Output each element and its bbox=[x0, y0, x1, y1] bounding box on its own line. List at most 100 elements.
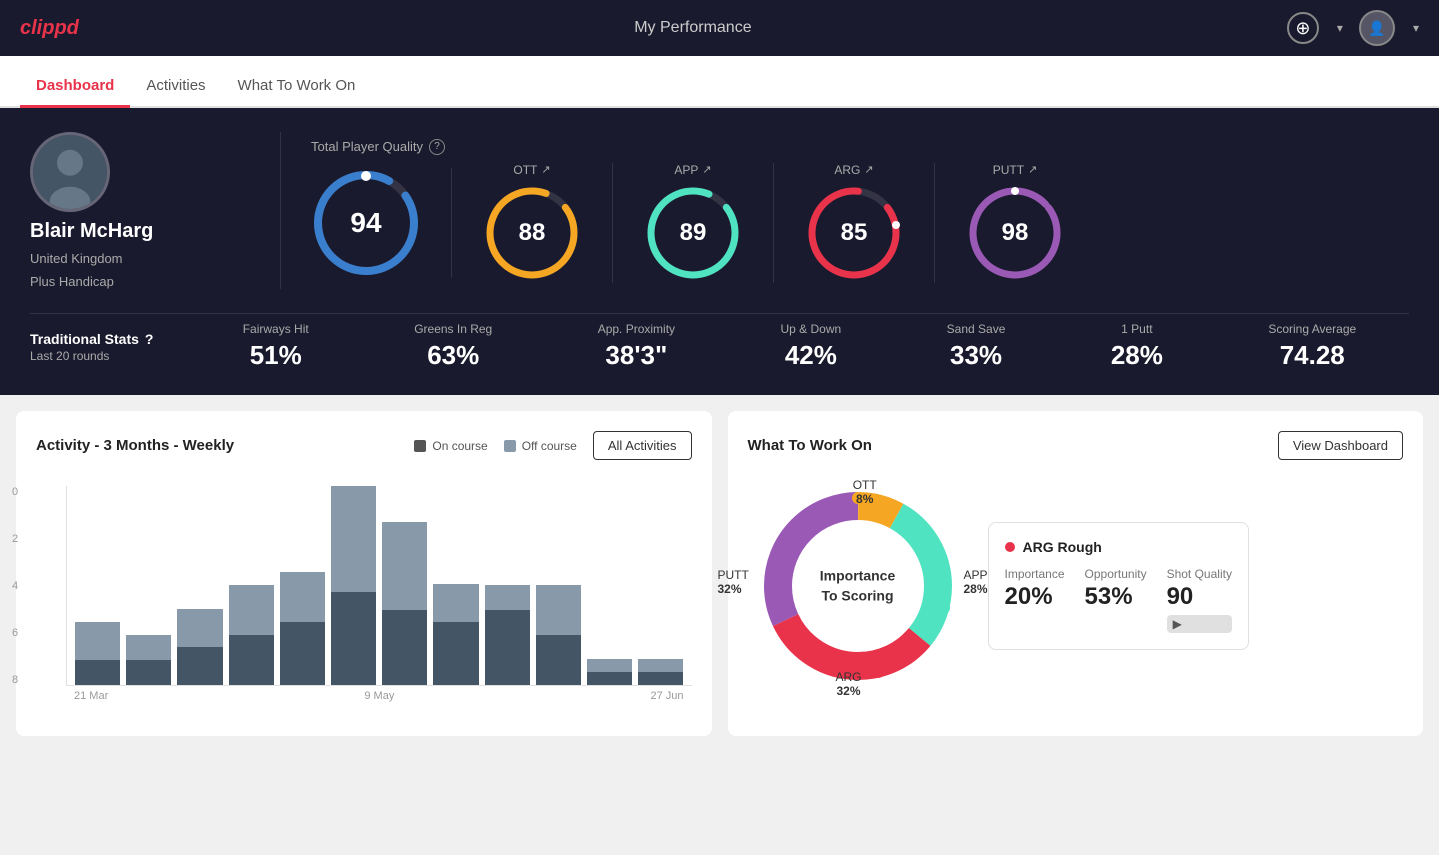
on-course-bar-10 bbox=[587, 672, 632, 685]
work-on-title: What To Work On bbox=[748, 437, 872, 454]
y-label-8: 8 bbox=[12, 674, 18, 686]
arg-donut-label: ARG 32% bbox=[836, 670, 862, 698]
off-course-bar-10 bbox=[587, 659, 632, 672]
updown-value: 42% bbox=[785, 340, 837, 371]
gir-label: Greens In Reg bbox=[414, 322, 492, 336]
ott-label: OTT ↗ bbox=[513, 163, 550, 177]
bar-group-11 bbox=[638, 486, 683, 685]
trad-stat-fairways: Fairways Hit 51% bbox=[243, 322, 309, 371]
app-label-text: APP bbox=[674, 163, 698, 177]
legend-off-course: Off course bbox=[504, 439, 577, 453]
trad-stat-updown: Up & Down 42% bbox=[781, 322, 842, 371]
ott-value: 88 bbox=[519, 219, 546, 247]
on-course-bar-2 bbox=[177, 647, 222, 685]
bar-group-4 bbox=[280, 486, 325, 685]
avatar-chevron: ▾ bbox=[1413, 21, 1419, 35]
scoring-value: 74.28 bbox=[1280, 340, 1345, 371]
opportunity-value: 53% bbox=[1085, 583, 1147, 611]
total-gauge-value: 94 bbox=[350, 207, 381, 239]
traditional-stats-label: Traditional Stats ? Last 20 rounds bbox=[30, 331, 190, 363]
logo[interactable]: clippd bbox=[20, 17, 79, 40]
quality-help-icon[interactable]: ? bbox=[429, 139, 445, 155]
app-label: APP ↗ bbox=[674, 163, 711, 177]
player-country: United Kingdom bbox=[30, 251, 123, 266]
putt-label-text: PUTT bbox=[993, 163, 1024, 177]
gauge-ott: OTT ↗ 88 bbox=[452, 163, 613, 283]
plus-icon: ⊕ bbox=[1295, 18, 1310, 39]
x-label-may: 9 May bbox=[364, 690, 394, 702]
traditional-stats-items: Fairways Hit 51% Greens In Reg 63% App. … bbox=[190, 322, 1409, 371]
bar-group-1 bbox=[126, 486, 171, 685]
proximity-value: 38'3" bbox=[605, 340, 667, 371]
opportunity-label: Opportunity bbox=[1085, 567, 1147, 581]
stats-top: Blair McHarg United Kingdom Plus Handica… bbox=[30, 132, 1409, 289]
y-label-6: 6 bbox=[12, 627, 18, 639]
importance-value: 20% bbox=[1005, 583, 1065, 611]
bar-group-10 bbox=[587, 486, 632, 685]
app-arrow: ↗ bbox=[702, 163, 711, 176]
off-course-bar-3 bbox=[229, 585, 274, 635]
on-course-bar-6 bbox=[382, 610, 427, 685]
activity-title: Activity - 3 Months - Weekly bbox=[36, 437, 234, 454]
all-activities-button[interactable]: All Activities bbox=[593, 431, 692, 460]
trad-title-text: Traditional Stats bbox=[30, 331, 139, 347]
off-course-bar-6 bbox=[382, 522, 427, 610]
off-course-bar-2 bbox=[177, 609, 222, 647]
trad-stats-title: Traditional Stats ? bbox=[30, 331, 190, 347]
arg-gauge: 85 bbox=[804, 183, 904, 283]
ott-label-pct: 8% bbox=[853, 492, 877, 506]
putt-label-pct: 32% bbox=[718, 582, 749, 596]
ott-label-text: OTT bbox=[513, 163, 537, 177]
player-info: Blair McHarg United Kingdom Plus Handica… bbox=[30, 132, 250, 289]
y-label-2: 2 bbox=[12, 533, 18, 545]
quality-label: Total Player Quality ? bbox=[311, 139, 1409, 155]
bar-chart-container: 8 6 4 2 0 21 Mar 9 May 27 Jun bbox=[36, 476, 692, 716]
ott-gauge: 88 bbox=[482, 183, 582, 283]
trad-stat-proximity: App. Proximity 38'3" bbox=[598, 322, 675, 371]
bar-group-0 bbox=[75, 486, 120, 685]
tabs-bar: Dashboard Activities What To Work On bbox=[0, 56, 1439, 108]
activity-legend: On course Off course bbox=[414, 439, 577, 453]
y-label-4: 4 bbox=[12, 580, 18, 592]
arg-arrow: ↗ bbox=[864, 163, 873, 176]
view-dashboard-button[interactable]: View Dashboard bbox=[1278, 431, 1403, 460]
off-course-bar-9 bbox=[536, 585, 581, 635]
scoring-label: Scoring Average bbox=[1268, 322, 1356, 336]
app-gauge: 89 bbox=[643, 183, 743, 283]
off-course-bar-8 bbox=[485, 585, 530, 610]
tab-activities[interactable]: Activities bbox=[130, 63, 221, 106]
shotquality-label: Shot Quality bbox=[1167, 567, 1232, 581]
legend-on-course: On course bbox=[414, 439, 487, 453]
gir-value: 63% bbox=[427, 340, 479, 371]
info-stat-shotquality: Shot Quality 90 ▶ bbox=[1167, 567, 1232, 633]
trad-help-icon[interactable]: ? bbox=[145, 331, 154, 347]
total-gauge-svg: 94 bbox=[311, 168, 421, 278]
arg-label-text: ARG bbox=[834, 163, 860, 177]
tab-what-to-work-on[interactable]: What To Work On bbox=[222, 63, 372, 106]
on-course-bar-8 bbox=[485, 610, 530, 685]
importance-label: Importance bbox=[1005, 567, 1065, 581]
trad-stat-oneputt: 1 Putt 28% bbox=[1111, 322, 1163, 371]
avatar[interactable]: 👤 bbox=[1359, 10, 1395, 46]
gauge-arg: ARG ↗ 85 bbox=[774, 163, 935, 283]
off-course-bar-7 bbox=[433, 584, 478, 622]
info-card-title: ARG Rough bbox=[1023, 539, 1102, 555]
tab-dashboard[interactable]: Dashboard bbox=[20, 63, 130, 106]
donut-chart-area: Importance To Scoring OTT 8% APP 28% ARG… bbox=[748, 476, 968, 696]
on-course-label: On course bbox=[432, 439, 487, 453]
sandsave-value: 33% bbox=[950, 340, 1002, 371]
top-nav: clippd My Performance ⊕ ▾ 👤 ▾ bbox=[0, 0, 1439, 56]
add-button[interactable]: ⊕ bbox=[1287, 12, 1319, 44]
x-label-jun: 27 Jun bbox=[650, 690, 683, 702]
info-stats-row: Importance 20% Opportunity 53% Shot Qual… bbox=[1005, 567, 1232, 633]
activity-card: Activity - 3 Months - Weekly On course O… bbox=[16, 411, 712, 736]
work-on-content: Importance To Scoring OTT 8% APP 28% ARG… bbox=[748, 476, 1404, 696]
ott-arrow: ↗ bbox=[541, 163, 550, 176]
oneputt-label: 1 Putt bbox=[1121, 322, 1152, 336]
arg-value: 85 bbox=[841, 219, 868, 247]
putt-gauge: 98 bbox=[965, 183, 1065, 283]
app-donut-label: APP 28% bbox=[963, 568, 987, 596]
oneputt-value: 28% bbox=[1111, 340, 1163, 371]
bar-chart bbox=[66, 486, 692, 686]
donut-svg bbox=[748, 476, 968, 696]
